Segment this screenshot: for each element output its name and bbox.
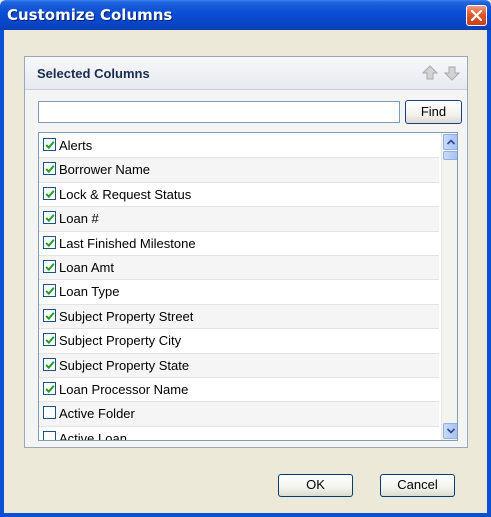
columns-list-items: Alerts Borrower Name Lock & Request Status… bbox=[39, 134, 439, 441]
ok-button[interactable]: OK bbox=[278, 474, 353, 497]
window-frame-bottom bbox=[0, 513, 491, 517]
find-button[interactable]: Find bbox=[405, 100, 462, 124]
column-list-item[interactable]: Loan Processor Name bbox=[39, 378, 439, 403]
arrow-up-icon[interactable] bbox=[421, 65, 439, 84]
column-checkbox[interactable] bbox=[43, 284, 56, 298]
column-list-item[interactable]: Loan Type bbox=[39, 280, 439, 305]
column-label: Lock & Request Status bbox=[59, 186, 192, 202]
column-label: Loan Amt bbox=[59, 259, 114, 275]
selected-columns-panel: Selected Columns Find Alerts Borrower Nam… bbox=[24, 56, 468, 448]
column-list-item[interactable]: Subject Property City bbox=[39, 329, 439, 354]
column-list-item[interactable]: Lock & Request Status bbox=[39, 183, 439, 208]
column-label: Subject Property State bbox=[59, 357, 190, 373]
cancel-button[interactable]: Cancel bbox=[380, 474, 455, 497]
panel-header: Selected Columns bbox=[25, 57, 467, 90]
column-label: Active Loan bbox=[59, 430, 127, 441]
checkmark-icon bbox=[45, 287, 55, 296]
column-list-item[interactable]: Subject Property State bbox=[39, 353, 439, 378]
scroll-thumb[interactable] bbox=[443, 151, 457, 160]
window-title: Customize Columns bbox=[7, 6, 173, 24]
column-label: Subject Property City bbox=[59, 333, 182, 349]
column-checkbox[interactable] bbox=[43, 333, 56, 347]
arrow-down-icon[interactable] bbox=[443, 65, 461, 84]
checkmark-icon bbox=[45, 238, 55, 247]
column-checkbox[interactable] bbox=[43, 162, 56, 176]
column-checkbox[interactable] bbox=[43, 259, 56, 273]
column-checkbox[interactable] bbox=[43, 211, 56, 225]
window-frame-left bbox=[0, 30, 4, 517]
column-label: Loan Processor Name bbox=[59, 381, 189, 397]
columns-list[interactable]: Alerts Borrower Name Lock & Request Status… bbox=[38, 132, 458, 441]
checkmark-icon bbox=[45, 336, 55, 345]
column-checkbox[interactable] bbox=[43, 308, 56, 322]
chevron-up-icon bbox=[447, 139, 455, 145]
column-checkbox[interactable] bbox=[43, 235, 56, 249]
checkmark-icon bbox=[45, 360, 55, 369]
chevron-down-icon bbox=[447, 428, 455, 434]
column-label: Subject Property Street bbox=[59, 308, 194, 324]
column-list-item[interactable]: Active Folder bbox=[39, 402, 439, 427]
column-label: Borrower Name bbox=[59, 162, 151, 178]
column-label: Loan Type bbox=[59, 284, 120, 300]
checkmark-icon bbox=[45, 263, 55, 272]
column-list-item[interactable]: Borrower Name bbox=[39, 158, 439, 183]
checkmark-icon bbox=[45, 141, 55, 150]
column-list-item[interactable]: Alerts bbox=[39, 134, 439, 159]
title-bar: Customize Columns bbox=[0, 0, 491, 30]
column-checkbox[interactable] bbox=[43, 430, 56, 440]
panel-title: Selected Columns bbox=[37, 66, 150, 81]
checkmark-icon bbox=[45, 189, 55, 198]
column-label: Alerts bbox=[59, 138, 93, 153]
column-list-item[interactable]: Subject Property Street bbox=[39, 304, 439, 330]
close-button[interactable] bbox=[466, 5, 487, 26]
column-list-item[interactable]: Loan # bbox=[39, 207, 439, 232]
vertical-scrollbar[interactable] bbox=[441, 133, 457, 440]
column-checkbox[interactable] bbox=[43, 138, 56, 151]
checkmark-icon bbox=[45, 385, 55, 393]
column-list-item[interactable]: Loan Amt bbox=[39, 255, 439, 281]
checkmark-icon bbox=[45, 165, 55, 174]
column-label: Loan # bbox=[59, 211, 99, 227]
column-checkbox[interactable] bbox=[43, 186, 56, 200]
search-input[interactable] bbox=[38, 101, 400, 123]
column-list-item[interactable]: Last Finished Milestone bbox=[39, 232, 439, 256]
scroll-down-button[interactable] bbox=[443, 423, 457, 439]
column-checkbox[interactable] bbox=[43, 357, 56, 371]
column-label: Active Folder bbox=[59, 406, 135, 422]
window-frame-right bbox=[487, 30, 491, 517]
column-checkbox[interactable] bbox=[43, 381, 56, 395]
checkmark-icon bbox=[45, 311, 55, 320]
column-checkbox[interactable] bbox=[43, 406, 56, 420]
column-list-item[interactable]: Active Loan bbox=[39, 427, 439, 441]
checkmark-icon bbox=[45, 214, 55, 223]
column-label: Last Finished Milestone bbox=[59, 235, 196, 251]
scroll-up-button[interactable] bbox=[443, 134, 457, 150]
